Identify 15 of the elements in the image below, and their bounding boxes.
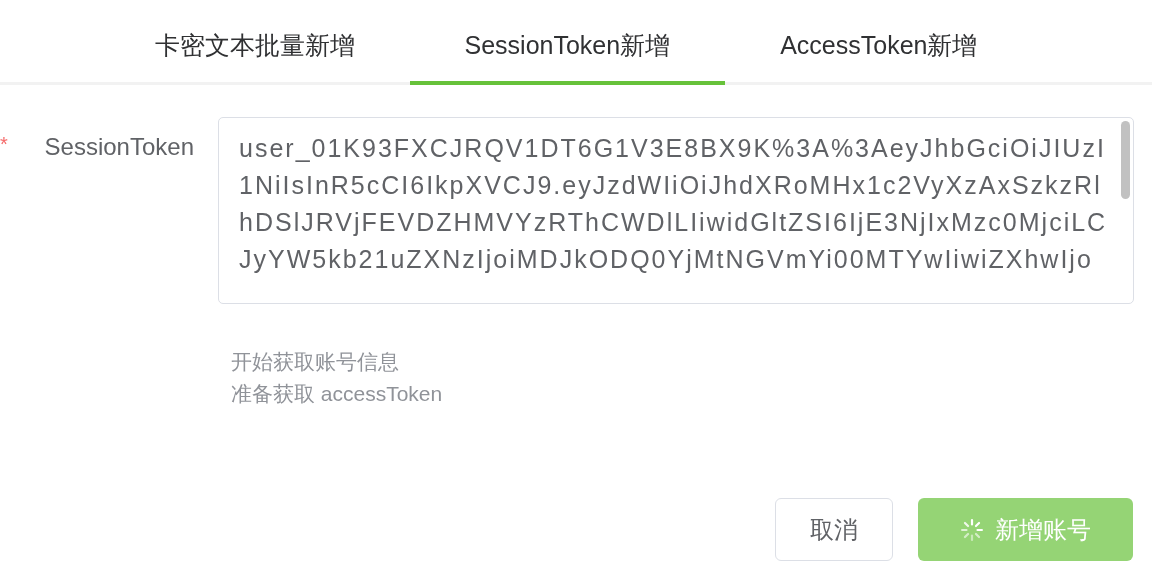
- log-line: 开始获取账号信息: [231, 349, 400, 375]
- token-text-line: hDSlJRVjFEVDZHMVYzRThCWDlLIiwidGltZSI6IjE3NjIxMzc0MjciLC: [239, 207, 1108, 238]
- required-mark: *: [0, 133, 9, 157]
- log-line: 准备获取 accessToken: [231, 381, 444, 407]
- token-text-line: user_01K93FXCJRQV1DT6G1V3E8BX9K%3A%3AeyJhbGciOiJIUzI: [239, 133, 1106, 164]
- field-label: SessionToken: [44, 133, 195, 162]
- token-textarea[interactable]: [218, 117, 1134, 304]
- cancel-button[interactable]: 取消: [775, 498, 893, 561]
- token-text-line: JyYW5kb21uZXNzIjoiMDJkODQ0YjMtNGVmYi00MTYwIiwiZXhwIjo: [239, 244, 1093, 275]
- token-text-line: 1NiIsInR5cCI6IkpXVCJ9.eyJzdWIiOiJhdXRoMHx1c2VyXzAxSzkzRl: [239, 170, 1102, 201]
- loading-icon: [960, 518, 983, 541]
- tab[interactable]: 卡密文本批量新增: [99, 0, 410, 85]
- tab[interactable]: SessionToken新增: [409, 0, 726, 85]
- tab[interactable]: AccessToken新增: [725, 0, 1033, 85]
- scrollbar-thumb[interactable]: [1121, 121, 1130, 199]
